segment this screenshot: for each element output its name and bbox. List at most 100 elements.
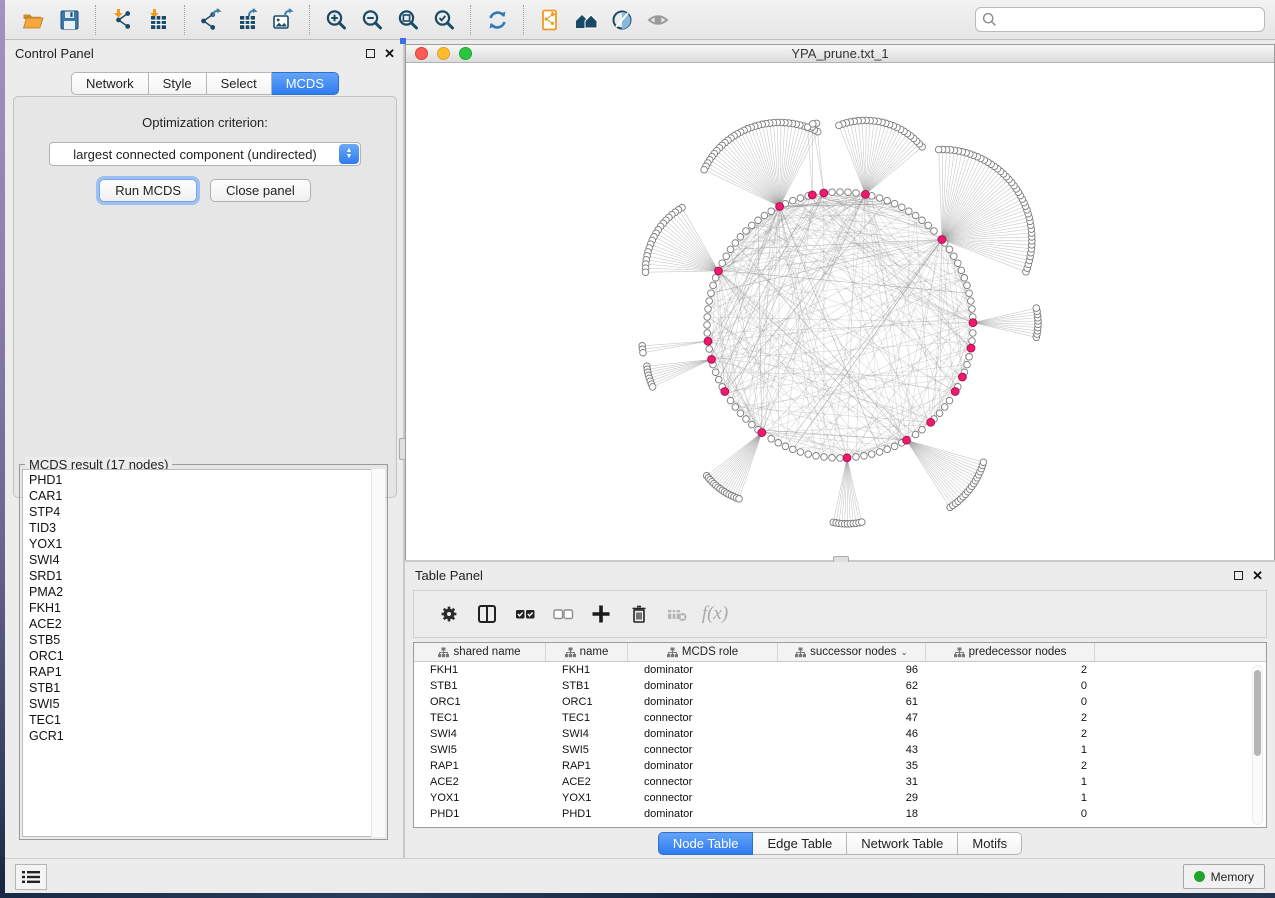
tab-style[interactable]: Style xyxy=(149,72,207,95)
table-row[interactable]: ORC1ORC1dominator610 xyxy=(414,694,1266,710)
network-node[interactable] xyxy=(884,446,891,453)
network-node[interactable] xyxy=(951,253,958,260)
mcds-hub-node[interactable] xyxy=(721,388,729,396)
network-window-titlebar[interactable]: YPA_prune.txt_1 xyxy=(406,45,1274,63)
zoom-in-button[interactable] xyxy=(318,4,354,36)
network-node[interactable] xyxy=(964,282,971,289)
mcds-hub-node[interactable] xyxy=(959,373,967,381)
network-node[interactable] xyxy=(719,260,726,267)
network-node[interactable] xyxy=(732,404,739,411)
network-leaf-node[interactable] xyxy=(701,166,708,173)
float-panel-icon[interactable] xyxy=(366,49,375,58)
table-row[interactable]: RAP1RAP1dominator352 xyxy=(414,758,1266,774)
network-node[interactable] xyxy=(884,197,891,204)
network-node[interactable] xyxy=(829,189,836,196)
network-node[interactable] xyxy=(723,253,730,260)
network-node[interactable] xyxy=(732,240,739,247)
table-row[interactable]: TEC1TEC1connector472 xyxy=(414,710,1266,726)
apply-layout-button[interactable] xyxy=(479,4,515,36)
import-network-button[interactable] xyxy=(104,4,140,36)
network-node[interactable] xyxy=(936,410,943,417)
column-header-MCDS-role[interactable]: MCDS role xyxy=(628,643,778,661)
save-session-button[interactable] xyxy=(51,4,87,36)
mcds-result-list[interactable]: PHD1CAR1STP4TID3YOX1SWI4SRD1PMA2FKH1ACE2… xyxy=(22,469,373,837)
network-node[interactable] xyxy=(906,208,913,215)
column-header-predecessor-nodes[interactable]: predecessor nodes xyxy=(926,643,1095,661)
network-node[interactable] xyxy=(837,189,844,196)
table-row[interactable]: SWI4SWI4dominator462 xyxy=(414,726,1266,742)
network-leaf-node[interactable] xyxy=(1033,305,1040,312)
column-header-successor-nodes[interactable]: successor nodes⌄ xyxy=(778,643,926,661)
mcds-hub-node[interactable] xyxy=(938,236,946,244)
network-node[interactable] xyxy=(837,455,844,462)
mcds-hub-node[interactable] xyxy=(758,429,766,437)
network-node[interactable] xyxy=(829,455,836,462)
show-columns-button[interactable] xyxy=(470,597,504,631)
network-node[interactable] xyxy=(705,306,712,313)
column-header-name[interactable]: name xyxy=(546,643,628,661)
network-node[interactable] xyxy=(768,208,775,215)
network-node[interactable] xyxy=(919,426,926,433)
new-network-from-selection-button[interactable] xyxy=(532,4,568,36)
mcds-result-item[interactable]: PMA2 xyxy=(29,584,372,600)
tab-network-table[interactable]: Network Table xyxy=(847,832,958,855)
network-leaf-node[interactable] xyxy=(736,496,743,503)
table-row[interactable]: STB1STB1dominator620 xyxy=(414,678,1266,694)
network-node[interactable] xyxy=(964,361,971,368)
table-scrollbar-thumb[interactable] xyxy=(1254,670,1261,756)
mcds-result-item[interactable]: SRD1 xyxy=(29,568,372,584)
close-table-panel-icon[interactable]: ✕ xyxy=(1252,569,1263,582)
network-node[interactable] xyxy=(737,234,744,241)
network-node[interactable] xyxy=(749,421,756,428)
network-node[interactable] xyxy=(821,454,828,461)
network-node[interactable] xyxy=(710,282,717,289)
network-leaf-node[interactable] xyxy=(859,519,866,526)
network-node[interactable] xyxy=(925,222,932,229)
network-node[interactable] xyxy=(797,195,804,202)
export-network-button[interactable] xyxy=(193,4,229,36)
network-node[interactable] xyxy=(955,260,962,267)
network-node[interactable] xyxy=(861,453,868,460)
network-node[interactable] xyxy=(912,431,919,438)
network-node[interactable] xyxy=(743,228,750,235)
network-node[interactable] xyxy=(876,449,883,456)
mcds-result-item[interactable]: FKH1 xyxy=(29,600,372,616)
network-node[interactable] xyxy=(797,449,804,456)
tab-mcds[interactable]: MCDS xyxy=(272,72,339,95)
network-node[interactable] xyxy=(737,410,744,417)
network-leaf-node[interactable] xyxy=(980,459,987,466)
table-row[interactable]: ACE2ACE2connector311 xyxy=(414,774,1266,790)
network-node[interactable] xyxy=(790,197,797,204)
new-column-button[interactable] xyxy=(584,597,618,631)
network-node[interactable] xyxy=(782,443,789,450)
network-node[interactable] xyxy=(805,451,812,458)
mcds-result-item[interactable]: CAR1 xyxy=(29,488,372,504)
mcds-result-item[interactable]: YOX1 xyxy=(29,536,372,552)
run-mcds-button[interactable]: Run MCDS xyxy=(99,179,197,202)
network-node[interactable] xyxy=(790,446,797,453)
network-node[interactable] xyxy=(704,322,711,329)
network-node[interactable] xyxy=(845,189,852,196)
open-session-button[interactable] xyxy=(15,4,51,36)
mcds-hub-node[interactable] xyxy=(951,388,959,396)
network-node[interactable] xyxy=(715,376,722,383)
network-node[interactable] xyxy=(968,298,975,305)
mcds-result-item[interactable]: PHD1 xyxy=(29,472,372,488)
table-row[interactable]: YOX1YOX1connector291 xyxy=(414,790,1266,806)
select-all-button[interactable] xyxy=(508,597,542,631)
network-node[interactable] xyxy=(712,369,719,376)
mcds-hub-node[interactable] xyxy=(704,337,712,345)
network-node[interactable] xyxy=(869,451,876,458)
mcds-result-item[interactable]: STB1 xyxy=(29,680,372,696)
mcds-result-item[interactable]: SWI4 xyxy=(29,552,372,568)
mcds-hub-node[interactable] xyxy=(967,344,975,352)
network-node[interactable] xyxy=(891,200,898,207)
network-node[interactable] xyxy=(899,204,906,211)
mcds-hub-node[interactable] xyxy=(715,267,723,275)
export-image-button[interactable] xyxy=(265,4,301,36)
close-panel-icon[interactable]: ✕ xyxy=(384,47,395,60)
network-node[interactable] xyxy=(958,267,965,274)
network-node[interactable] xyxy=(941,404,948,411)
network-node[interactable] xyxy=(727,397,734,404)
network-node[interactable] xyxy=(813,453,820,460)
